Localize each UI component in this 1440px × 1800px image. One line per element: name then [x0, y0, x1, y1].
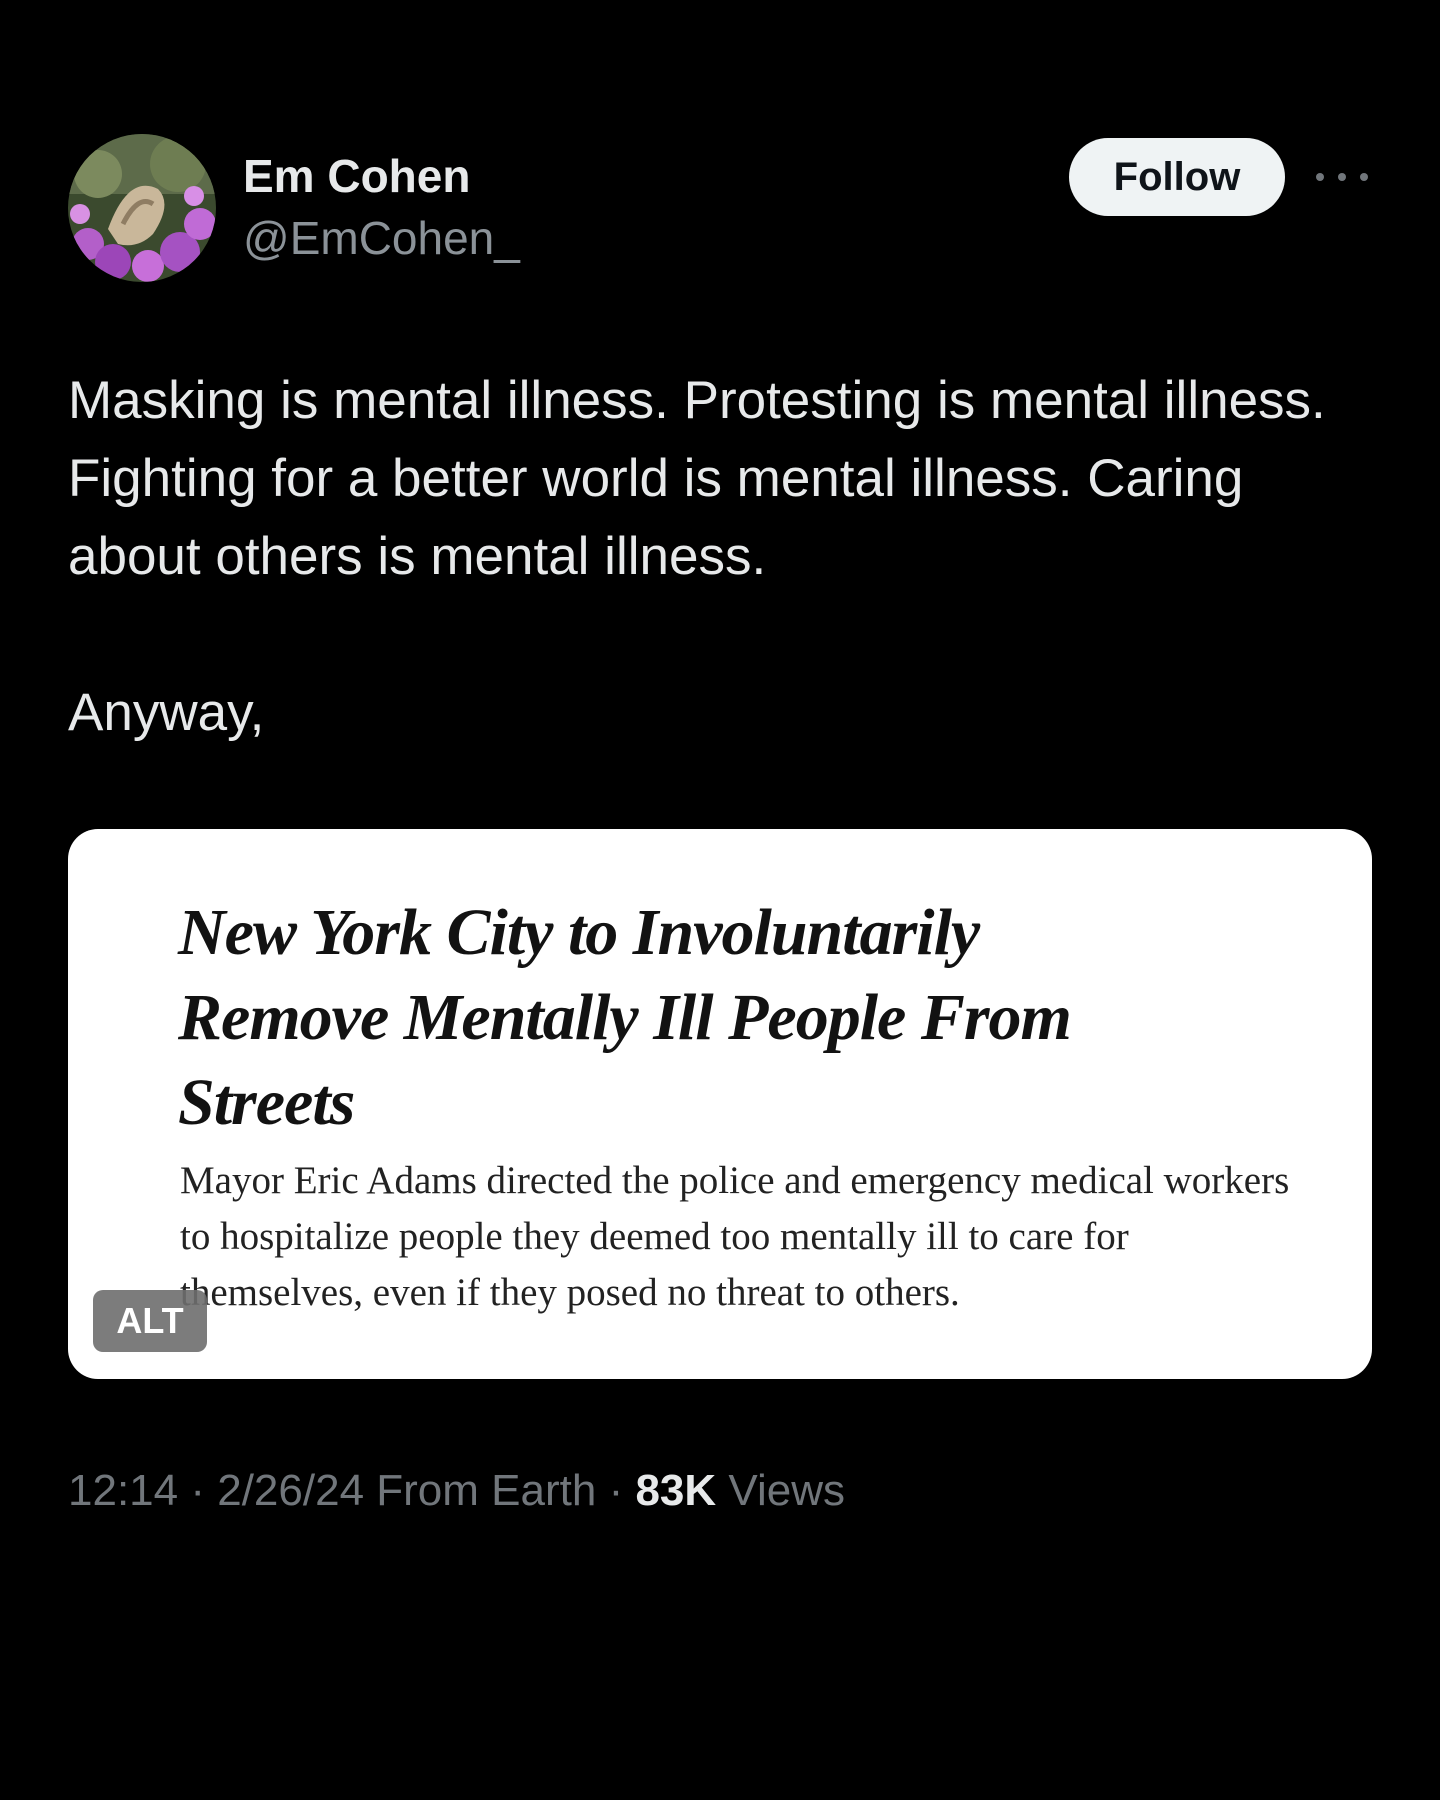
tweet-text: Masking is mental illness. Protesting is… [68, 362, 1388, 752]
separator: · [190, 1466, 205, 1515]
author-handle[interactable]: @EmCohen_ [243, 210, 520, 266]
tweet-time: 12:14 [68, 1466, 179, 1515]
follow-button[interactable]: Follow [1069, 138, 1285, 216]
alt-text-badge[interactable]: ALT [93, 1290, 207, 1352]
tweet-date[interactable]: 2/26/24 [217, 1466, 364, 1515]
tweet-paragraph: Masking is mental illness. Protesting is… [68, 371, 1326, 586]
article-headline: New York City to Involuntarily Remove Me… [178, 896, 1072, 1139]
tweet-source: From Earth [376, 1466, 597, 1515]
media-image[interactable]: New York City to Involuntarily Remove Me… [68, 829, 1372, 1379]
profile-photo-flowers [68, 134, 216, 282]
views-count: 83K [635, 1466, 717, 1515]
author-display-name[interactable]: Em Cohen [243, 148, 470, 204]
article-summary: Mayor Eric Adams directed the police and… [180, 1159, 1290, 1314]
views-label: Views [728, 1466, 845, 1515]
tweet-metadata: 12:14 · 2/26/24 From Earth · 83K Views [68, 1461, 845, 1521]
avatar[interactable] [68, 134, 216, 282]
tweet-paragraph: Anyway, [68, 683, 265, 742]
ellipsis-icon[interactable] [1316, 164, 1368, 190]
separator: · [608, 1466, 624, 1515]
